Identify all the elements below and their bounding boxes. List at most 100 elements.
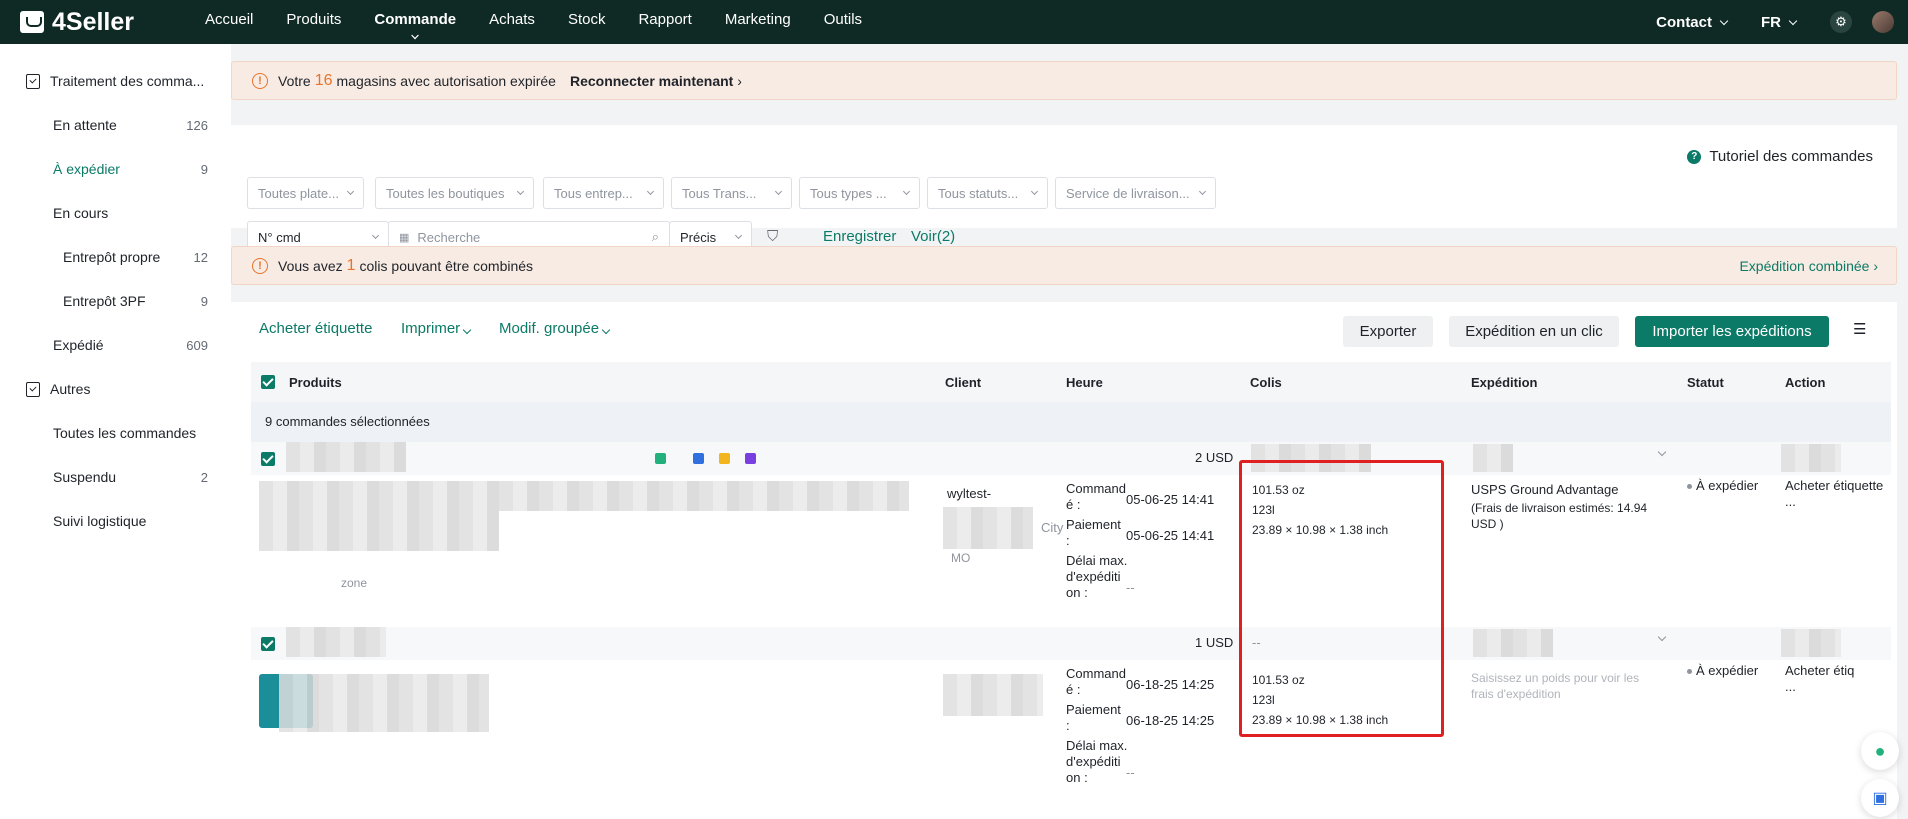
buy-label-button[interactable]: Acheter étiquette — [259, 320, 372, 337]
chevron-down-icon[interactable] — [1657, 447, 1667, 457]
flag-blue-icon[interactable] — [693, 453, 704, 464]
flag-yellow-icon[interactable] — [719, 453, 730, 464]
banner-count: 16 — [314, 71, 333, 89]
chevron-down-icon — [1198, 187, 1207, 196]
view-saved-link[interactable]: Voir(2) — [911, 228, 955, 245]
sidebar-item-suspendu[interactable]: Suspendu 2 — [0, 455, 231, 499]
nav-accueil[interactable]: Accueil — [205, 0, 253, 44]
nav-commande[interactable]: Commande — [374, 0, 456, 44]
sidebar-group-autres[interactable]: Autres — [0, 367, 231, 411]
select-all-checkbox[interactable] — [261, 375, 275, 389]
select-value: Précis — [680, 229, 717, 245]
shipping-fee: (Frais de livraison estimés: 14.94 USD ) — [1471, 501, 1648, 531]
buy-label-action[interactable]: Acheter étiquette — [1785, 476, 1883, 496]
reconnect-link[interactable]: Reconnecter maintenant › — [570, 73, 742, 89]
contact-dropdown[interactable]: Contact — [1656, 13, 1729, 31]
nav-produits[interactable]: Produits — [286, 0, 341, 44]
print-label: Imprimer — [401, 320, 461, 337]
sidebar-item-count: 9 — [200, 161, 208, 177]
store-select[interactable]: Toutes les boutiques — [375, 177, 534, 209]
tutorial-link[interactable]: ? Tutoriel des commandes — [1687, 148, 1873, 165]
redacted-action — [1781, 629, 1841, 657]
column-header-time[interactable]: Heure — [1066, 375, 1103, 390]
order-checkbox[interactable] — [261, 452, 275, 466]
nav-rapport[interactable]: Rapport — [638, 0, 691, 44]
payment-time-label: Paiement : — [1066, 517, 1121, 548]
status-select[interactable]: Tous statuts... — [927, 177, 1048, 209]
column-header-action[interactable]: Action — [1785, 375, 1825, 390]
chevron-down-icon — [601, 325, 611, 335]
select-value: Tous Trans... — [682, 185, 757, 201]
flag-purple-icon[interactable] — [745, 453, 756, 464]
shipping-service[interactable]: USPS Ground Advantage — [1471, 480, 1618, 500]
contact-label: Contact — [1656, 13, 1712, 31]
warning-icon: ! — [252, 72, 268, 89]
combined-shipping-link[interactable]: Expédition combinée › — [1739, 258, 1878, 274]
carrier-select[interactable]: Tous Trans... — [671, 177, 792, 209]
type-select[interactable]: Tous types ... — [799, 177, 920, 209]
more-actions[interactable]: ... — [1785, 677, 1796, 697]
column-header-products[interactable]: Produits — [289, 375, 342, 390]
nav-outils[interactable]: Outils — [824, 0, 862, 44]
nav-marketing[interactable]: Marketing — [725, 0, 791, 44]
brand-logo[interactable]: 4Seller — [20, 8, 205, 37]
sidebar-item-toutes-commandes[interactable]: Toutes les commandes — [0, 411, 231, 455]
bulk-edit-dropdown[interactable]: Modif. groupée — [499, 320, 611, 337]
chevron-down-icon[interactable] — [1657, 632, 1667, 642]
sidebar-item-a-expedier[interactable]: À expédier 9 — [0, 147, 231, 191]
one-click-shipping-button[interactable]: Expédition en un clic — [1449, 316, 1619, 347]
chevron-down-icon — [516, 187, 525, 196]
column-header-shipping[interactable]: Expédition — [1471, 375, 1537, 390]
sidebar-item-en-cours[interactable]: En cours — [0, 191, 231, 235]
message-icon[interactable] — [655, 453, 666, 464]
avatar[interactable] — [1872, 11, 1894, 33]
print-dropdown[interactable]: Imprimer — [401, 320, 472, 337]
sidebar-item-entrepot-3pf[interactable]: Entrepôt 3PF 9 — [0, 279, 231, 323]
selection-summary: 9 commandes sélectionnées — [251, 402, 1891, 442]
import-shipments-button[interactable]: Importer les expéditions — [1635, 316, 1829, 347]
platform-select[interactable]: Toutes plate... — [247, 177, 364, 209]
sidebar-item-en-attente[interactable]: En attente 126 — [0, 103, 231, 147]
redacted-product-sub — [259, 511, 499, 551]
sidebar-item-expedie[interactable]: Expédié 609 — [0, 323, 231, 367]
order-detail-row: zone wyltest- City MO Command é : 05-06-… — [251, 475, 1891, 625]
sidebar-item-entrepot-propre[interactable]: Entrepôt propre 12 — [0, 235, 231, 279]
save-filter-link[interactable]: Enregistrer — [823, 228, 896, 245]
delivery-service-select[interactable]: Service de livraison... — [1055, 177, 1216, 209]
screen-share-icon[interactable]: ▣ — [1861, 779, 1899, 817]
language-dropdown[interactable]: FR — [1761, 13, 1798, 31]
warehouse-select[interactable]: Tous entrep... — [543, 177, 664, 209]
chevron-down-icon — [1788, 16, 1798, 25]
nav-achats[interactable]: Achats — [489, 0, 535, 44]
redacted-product — [259, 481, 909, 511]
select-value: Service de livraison... — [1066, 185, 1190, 201]
payment-time: 05-06-25 14:41 — [1126, 528, 1215, 543]
column-header-parcel[interactable]: Colis — [1250, 375, 1282, 390]
chevron-down-icon — [462, 325, 472, 335]
redacted-action — [1781, 444, 1841, 472]
sidebar-group-processing[interactable]: Traitement des comma... — [0, 59, 231, 103]
filter-icon[interactable]: ⛉ — [767, 228, 778, 245]
export-button[interactable]: Exporter — [1343, 316, 1433, 347]
chat-icon[interactable]: ● — [1861, 732, 1899, 770]
deadline-value: -- — [1126, 765, 1135, 780]
combine-parcels-banner: ! Vous avez 1 colis pouvant être combiné… — [231, 246, 1897, 285]
more-actions[interactable]: ... — [1785, 492, 1796, 512]
redacted-store — [286, 627, 386, 657]
sidebar-item-label: Suspendu — [53, 469, 117, 485]
status-badge: À expédier — [1696, 478, 1759, 493]
column-header-client[interactable]: Client — [945, 375, 981, 390]
sidebar-item-count: 609 — [186, 337, 208, 353]
order-time: 06-18-25 14:25 — [1126, 677, 1215, 692]
gear-icon[interactable]: ⚙ — [1830, 11, 1852, 33]
chevron-down-icon — [371, 231, 380, 240]
order-detail-row: Command é : 06-18-25 14:25 Paiement : 06… — [251, 660, 1891, 819]
order-checkbox[interactable] — [261, 637, 275, 651]
search-icon[interactable]: ⌕ — [652, 229, 659, 245]
language-label: FR — [1761, 13, 1781, 31]
column-header-status[interactable]: Statut — [1687, 375, 1724, 390]
column-settings-icon[interactable]: ☰ — [1853, 320, 1866, 338]
chevron-right-icon: › — [737, 72, 742, 89]
nav-stock[interactable]: Stock — [568, 0, 606, 44]
sidebar-item-suivi-logistique[interactable]: Suivi logistique — [0, 499, 231, 543]
